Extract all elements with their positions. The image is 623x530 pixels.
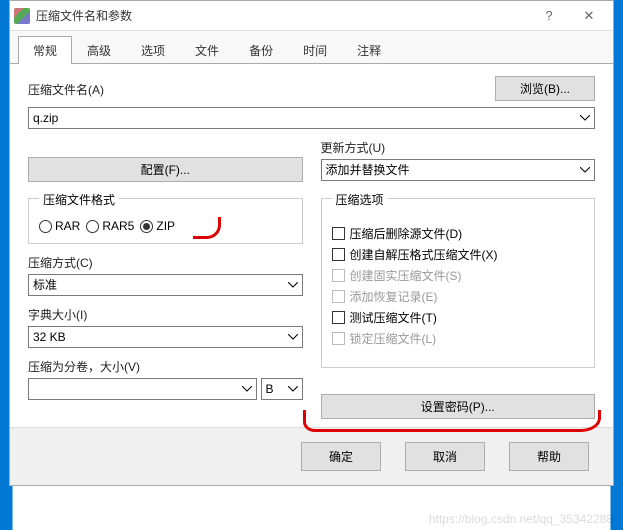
- close-icon[interactable]: ✕: [569, 4, 609, 28]
- radio-rar5[interactable]: RAR5: [86, 219, 134, 233]
- dict-label: 字典大小(I): [28, 306, 303, 323]
- content-panel: 压缩文件名(A) 浏览(B)... q.zip 配置(F)... 更新方式(U)…: [10, 64, 613, 427]
- split-unit-select[interactable]: B: [261, 378, 303, 400]
- format-fieldset: 压缩文件格式 RAR RAR5 ZIP: [28, 198, 303, 244]
- opt-lock: 锁定压缩文件(L): [332, 328, 585, 349]
- split-size-select[interactable]: [28, 378, 257, 400]
- dict-select[interactable]: 32 KB: [28, 326, 303, 348]
- footer: 确定 取消 帮助: [10, 427, 613, 485]
- opt-sfx[interactable]: 创建自解压格式压缩文件(X): [332, 244, 585, 265]
- tab-backup[interactable]: 备份: [234, 36, 288, 64]
- method-label: 压缩方式(C): [28, 254, 303, 271]
- tab-bar: 常规 高级 选项 文件 备份 时间 注释: [10, 31, 613, 64]
- browse-button[interactable]: 浏览(B)...: [495, 76, 595, 101]
- options-legend: 压缩选项: [332, 191, 388, 208]
- tab-advanced[interactable]: 高级: [72, 36, 126, 64]
- tab-options[interactable]: 选项: [126, 36, 180, 64]
- dialog-window: 压缩文件名和参数 ? ✕ 常规 高级 选项 文件 备份 时间 注释 压缩文件名(…: [9, 0, 614, 486]
- method-select[interactable]: 标准: [28, 274, 303, 296]
- help-button[interactable]: 帮助: [509, 442, 589, 471]
- tab-comment[interactable]: 注释: [342, 36, 396, 64]
- cancel-button[interactable]: 取消: [405, 442, 485, 471]
- profile-button[interactable]: 配置(F)...: [28, 157, 303, 182]
- tab-time[interactable]: 时间: [288, 36, 342, 64]
- titlebar: 压缩文件名和参数 ? ✕: [10, 1, 613, 31]
- filename-label: 压缩文件名(A): [28, 81, 487, 98]
- update-select[interactable]: 添加并替换文件: [321, 159, 596, 181]
- window-title: 压缩文件名和参数: [36, 7, 529, 24]
- password-button[interactable]: 设置密码(P)...: [321, 394, 596, 419]
- options-fieldset: 压缩选项 压缩后删除源文件(D) 创建自解压格式压缩文件(X) 创建固实压缩文件…: [321, 198, 596, 368]
- opt-test[interactable]: 测试压缩文件(T): [332, 307, 585, 328]
- help-icon[interactable]: ?: [529, 4, 569, 28]
- opt-recovery: 添加恢复记录(E): [332, 286, 585, 307]
- opt-solid: 创建固实压缩文件(S): [332, 265, 585, 286]
- tab-files[interactable]: 文件: [180, 36, 234, 64]
- format-legend: 压缩文件格式: [39, 191, 119, 208]
- radio-rar[interactable]: RAR: [39, 219, 80, 233]
- update-label: 更新方式(U): [321, 139, 596, 156]
- watermark: https://blog.csdn.net/qq_35342288: [429, 512, 613, 526]
- radio-zip[interactable]: ZIP: [140, 219, 175, 233]
- tab-general[interactable]: 常规: [18, 36, 72, 64]
- opt-delete-source[interactable]: 压缩后删除源文件(D): [332, 223, 585, 244]
- filename-input[interactable]: q.zip: [28, 107, 595, 129]
- app-icon: [14, 8, 30, 24]
- ok-button[interactable]: 确定: [301, 442, 381, 471]
- split-label: 压缩为分卷，大小(V): [28, 358, 303, 375]
